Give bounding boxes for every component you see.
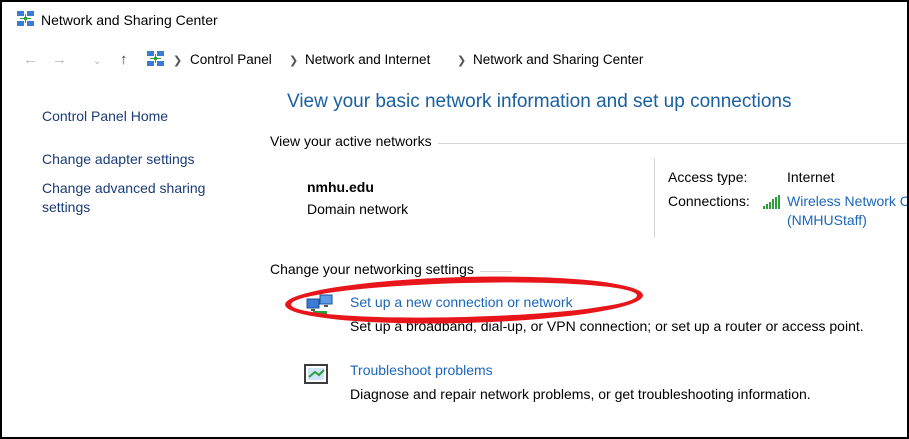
breadcrumb-separator-icon: ❯ <box>173 55 183 67</box>
troubleshoot-link[interactable]: Troubleshoot problems <box>350 362 493 378</box>
window-title: Network and Sharing Center <box>41 12 218 28</box>
network-name: nmhu.edu <box>307 179 374 195</box>
page-heading: View your basic network information and … <box>287 91 792 112</box>
forward-arrow-icon[interactable]: → <box>52 51 67 69</box>
breadcrumb-network-sharing-center[interactable]: Network and Sharing Center <box>473 52 643 67</box>
address-bar[interactable]: ← → ⌄ ↑ ❯ Control Panel ❯ Network and In… <box>2 49 907 75</box>
window: Network and Sharing Center ← → ⌄ ↑ ❯ Con… <box>0 0 909 439</box>
back-arrow-icon[interactable]: ← <box>23 51 38 69</box>
divider <box>654 158 655 238</box>
wireless-connection-ssid[interactable]: (NMHUStaff) <box>787 212 867 228</box>
change-settings-label: Change your networking settings <box>270 261 480 277</box>
troubleshoot-icon[interactable] <box>304 363 330 392</box>
breadcrumb-separator-icon: ❯ <box>289 55 299 67</box>
change-advanced-sharing-link[interactable]: Change advanced sharing <box>42 179 205 197</box>
breadcrumb-separator-icon: ❯ <box>457 55 467 67</box>
connections-label: Connections: <box>668 193 750 209</box>
network-center-icon <box>17 11 34 31</box>
breadcrumb-control-panel[interactable]: Control Panel <box>190 52 272 67</box>
wireless-connection-link[interactable]: Wireless Network C <box>787 193 907 209</box>
network-type: Domain network <box>307 201 409 217</box>
active-networks-label: View your active networks <box>270 133 438 149</box>
troubleshoot-description: Diagnose and repair network problems, or… <box>350 386 811 402</box>
breadcrumb-network-internet[interactable]: Network and Internet <box>305 52 430 67</box>
access-type-value: Internet <box>787 169 835 185</box>
access-type-label: Access type: <box>668 169 748 185</box>
change-advanced-sharing-link-line2[interactable]: settings <box>42 198 90 216</box>
control-panel-home-link[interactable]: Control Panel Home <box>42 107 168 125</box>
wifi-signal-icon <box>763 195 781 214</box>
title-bar: Network and Sharing Center <box>2 2 907 32</box>
setup-connection-link[interactable]: Set up a new connection or network <box>350 294 573 310</box>
change-adapter-settings-link[interactable]: Change adapter settings <box>42 150 195 168</box>
setup-connection-description: Set up a broadband, dial-up, or VPN conn… <box>350 318 864 334</box>
network-center-icon <box>147 51 164 71</box>
chevron-down-icon[interactable]: ⌄ <box>93 53 101 71</box>
up-arrow-icon[interactable]: ↑ <box>120 51 128 69</box>
new-connection-icon[interactable] <box>305 293 335 324</box>
